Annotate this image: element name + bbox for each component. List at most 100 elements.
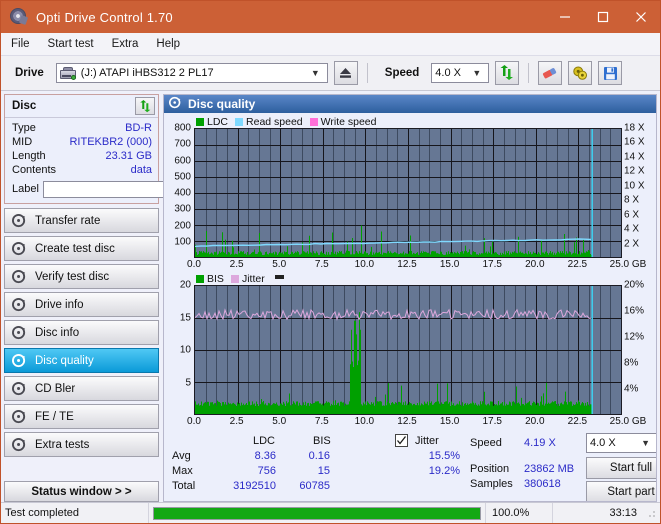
axis-tick-label: 16% [624, 306, 644, 317]
axis-tick-label: 10.0 [355, 259, 374, 270]
disc-info-row-length: Length 23.31 GB [12, 149, 152, 163]
axis-tick-label: 20.0 [525, 416, 544, 427]
stats-ldc-avg: 8.36 [208, 450, 276, 462]
eject-button[interactable] [334, 61, 358, 85]
test-speed-value: 4.0 X [590, 437, 616, 449]
axis-tick-label: 8 X [624, 195, 639, 206]
disc-info-value: BD-R [125, 122, 152, 134]
legend-item-write-speed: Write speed [310, 116, 377, 128]
jitter-checkbox[interactable] [395, 434, 408, 447]
stats-bis-avg: 0.16 [276, 450, 330, 462]
drive-select[interactable]: (J:) ATAPI iHBS312 2 PL17 ▼ [56, 63, 328, 83]
menu-item-file[interactable]: File [11, 38, 30, 50]
axis-tick-label: 2 X [624, 238, 639, 249]
axis-tick-label: 0.0 [187, 259, 201, 270]
eraser-icon [541, 65, 559, 81]
app-disc-icon [10, 8, 28, 26]
axis-tick-label: 5 [185, 377, 191, 388]
sidebar-item-label: FE / TE [35, 411, 74, 423]
sidebar-item-label: Disc quality [35, 355, 94, 367]
maximize-icon[interactable] [584, 1, 622, 33]
axis-tick-label: 100 [174, 236, 191, 247]
stats-col-ldc: LDC [253, 435, 275, 447]
start-part-button[interactable]: Start part [586, 481, 657, 502]
legend-swatch [196, 118, 204, 126]
sidebar-item-transfer-rate[interactable]: Transfer rate [4, 208, 159, 233]
status-text: Test completed [1, 503, 149, 523]
disc-icon [12, 409, 27, 424]
sidebar-item-fe-te[interactable]: FE / TE [4, 404, 159, 429]
disc-info-key: Length [12, 150, 46, 162]
samples-label: Samples [470, 478, 513, 490]
menu-item-extra[interactable]: Extra [112, 38, 139, 50]
disc-icon [12, 381, 27, 396]
drive-select-value: (J:) ATAPI iHBS312 2 PL17 [81, 67, 214, 79]
sidebar-item-disc-quality[interactable]: Disc quality [4, 348, 159, 373]
samples-value: 380618 [524, 478, 561, 490]
sidebar-item-create-test-disc[interactable]: Create test disc [4, 236, 159, 261]
axis-tick-label: 7.5 [315, 259, 329, 270]
axis-tick-label: 0.0 [187, 416, 201, 427]
axis-tick-label: 12% [624, 332, 644, 343]
progress-percent: 100.0% [485, 503, 553, 523]
body-area: Disc Type BD-R MID RITE [1, 91, 660, 502]
top-chart-y-axis-left: 100200300400500600700800 [166, 128, 194, 258]
sidebar-item-extra-tests[interactable]: Extra tests [4, 432, 159, 457]
sidebar-item-label: Verify test disc [35, 271, 109, 283]
disc-label-row: Label [12, 179, 152, 199]
save-button[interactable] [598, 61, 622, 85]
legend-swatch [235, 118, 243, 126]
settings-button[interactable] [568, 61, 592, 85]
sidebar-item-disc-info[interactable]: Disc info [4, 320, 159, 345]
sidebar-item-verify-test-disc[interactable]: Verify test disc [4, 264, 159, 289]
axis-tick-label: 15.0 [440, 416, 459, 427]
resize-grip[interactable] [645, 507, 657, 519]
legend-top-chart: LDC Read speed Write speed [166, 115, 654, 128]
stats-bis-max: 15 [276, 465, 330, 477]
top-chart-x-axis: 0.02.55.07.510.012.515.017.520.022.525.0… [194, 258, 622, 272]
save-icon [603, 66, 618, 81]
chevron-down-icon: ▼ [306, 69, 325, 78]
axis-tick-label: 22.5 [568, 416, 587, 427]
axis-tick-label: 16 X [624, 137, 645, 148]
legend-label: LDC [207, 116, 228, 128]
axis-tick-label: 17.5 [482, 259, 501, 270]
refresh-button[interactable] [495, 61, 519, 85]
menu-bar: File Start test Extra Help [1, 33, 660, 56]
sidebar-item-cd-bler[interactable]: CD Bler [4, 376, 159, 401]
window-controls [546, 1, 660, 33]
disc-panel: Disc Type BD-R MID RITE [4, 94, 159, 204]
speed-select[interactable]: 4.0 X ▼ [431, 63, 489, 83]
sidebar-item-label: Create test disc [35, 243, 115, 255]
axis-tick-label: 4 X [624, 224, 639, 235]
stats-row-label-max: Max [172, 465, 193, 477]
drive-icon [60, 67, 76, 80]
title-bar: Opti Drive Control 1.70 [1, 1, 660, 33]
disc-icon [12, 241, 27, 256]
legend-item-bis: BIS [196, 273, 224, 285]
legend-label: Read speed [246, 116, 303, 128]
menu-item-help[interactable]: Help [156, 38, 180, 50]
axis-tick-label: 4% [624, 384, 638, 395]
disc-icon [12, 213, 27, 228]
stats-bis-total: 60785 [276, 480, 330, 492]
series-read-speed [195, 239, 591, 246]
stats-jitter-max: 19.2% [390, 465, 460, 477]
legend-swatch [231, 275, 239, 283]
start-full-button[interactable]: Start full [586, 457, 657, 479]
stats-row-label-total: Total [172, 480, 195, 492]
sidebar-item-label: Extra tests [35, 439, 89, 451]
axis-tick-label: 600 [174, 155, 191, 166]
status-window-button[interactable]: Status window > > [4, 481, 159, 502]
test-speed-select[interactable]: 4.0 X ▼ [586, 433, 657, 453]
sidebar-item-drive-info[interactable]: Drive info [4, 292, 159, 317]
charts-area: LDC Read speed Write speed 1002003004005… [164, 113, 656, 429]
menu-item-start-test[interactable]: Start test [48, 38, 94, 50]
disc-refresh-button[interactable] [135, 97, 155, 115]
toolbar: Drive (J:) ATAPI iHBS312 2 PL17 ▼ Speed … [1, 56, 660, 91]
close-icon[interactable] [622, 1, 660, 33]
erase-button[interactable] [538, 61, 562, 85]
axis-tick-label: 12 X [624, 166, 645, 177]
disc-label-caption: Label [12, 183, 39, 195]
minimize-icon[interactable] [546, 1, 584, 33]
